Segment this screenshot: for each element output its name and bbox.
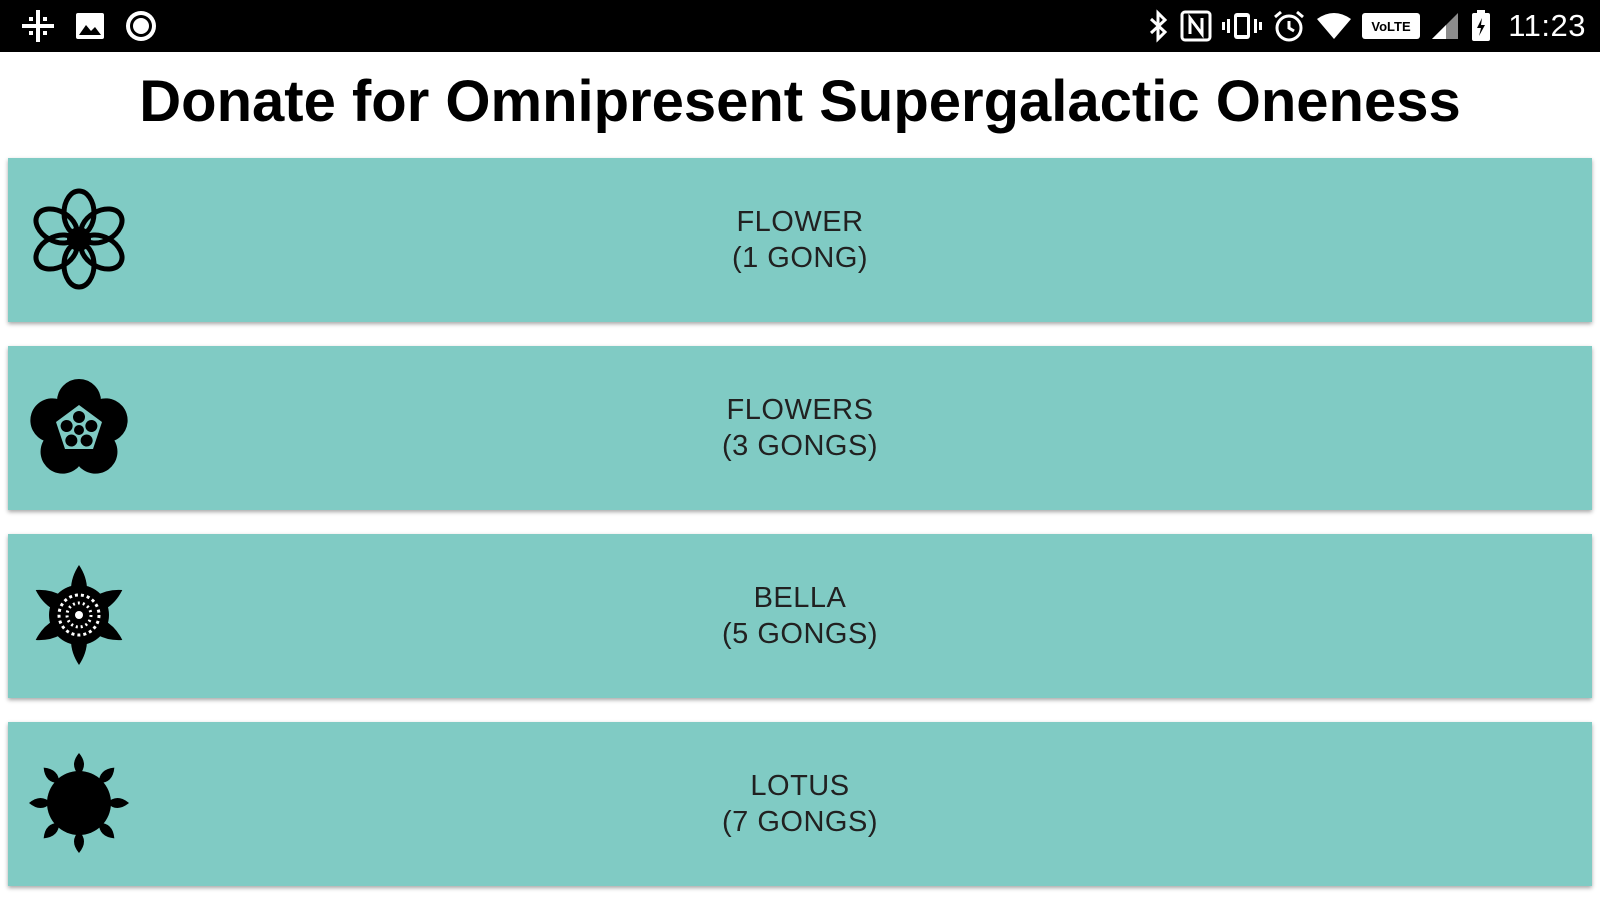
grid-icon [20,8,56,44]
status-bar-left [20,8,158,44]
status-bar-right: VoLTE 11:23 [1148,8,1586,44]
alarm-icon [1272,9,1306,43]
nfc-icon [1180,10,1212,42]
item-name: FLOWERS [726,394,874,426]
volte-icon: VoLTE [1362,13,1421,39]
status-clock: 11:23 [1508,8,1586,43]
lotus-icon [26,750,132,856]
image-icon [74,10,106,42]
item-price: (5 GONGS) [722,618,878,650]
donate-lotus-button[interactable]: LOTUS (7 GONGS) [8,722,1592,886]
item-price: (7 GONGS) [722,806,878,838]
donate-flower-button[interactable]: FLOWER (1 GONG) [8,158,1592,322]
donate-bella-label: BELLA (5 GONGS) [158,534,1592,698]
volte-label: VoLTE [1372,19,1412,34]
donate-bella-button[interactable]: BELLA (5 GONGS) [8,534,1592,698]
item-name: FLOWER [736,206,864,238]
wifi-icon [1316,11,1352,41]
status-bar: VoLTE 11:23 [0,0,1600,52]
item-price: (3 GONGS) [722,430,878,462]
donate-flower-label: FLOWER (1 GONG) [158,158,1592,322]
donate-lotus-label: LOTUS (7 GONGS) [158,722,1592,886]
donate-flowers-label: FLOWERS (3 GONGS) [158,346,1592,510]
flower-icon [26,186,132,292]
item-name: BELLA [753,582,847,614]
vibrate-icon [1222,10,1263,42]
item-name: LOTUS [750,770,850,802]
donation-list: FLOWER (1 GONG) FLOWERS (3 GONGS) BELLA … [8,158,1592,910]
bluetooth-icon [1148,9,1170,43]
record-icon [124,9,158,43]
battery-icon [1470,9,1492,43]
item-price: (1 GONG) [731,242,869,274]
donate-flowers-button[interactable]: FLOWERS (3 GONGS) [8,346,1592,510]
page-title: Donate for Omnipresent Supergalactic One… [139,69,1461,134]
flowers-icon [26,374,132,480]
bella-icon [26,562,132,668]
signal-icon [1430,11,1460,41]
